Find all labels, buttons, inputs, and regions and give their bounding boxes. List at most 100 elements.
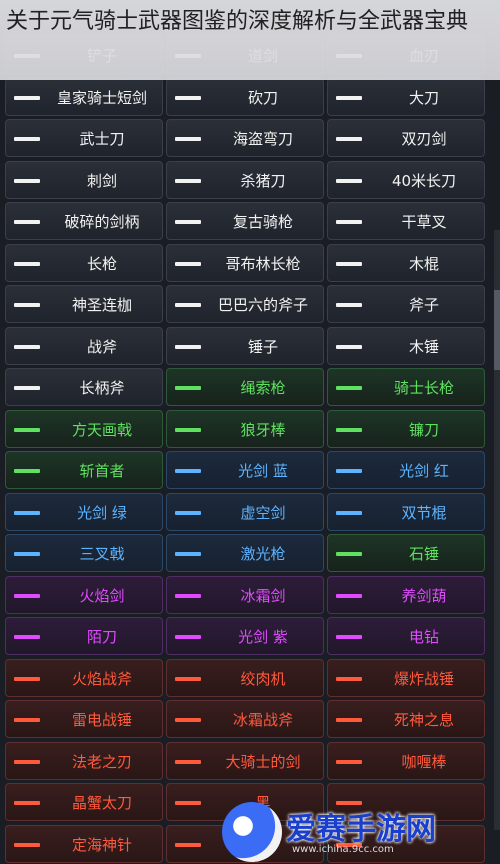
weapon-cell[interactable]: 木锤 bbox=[327, 326, 485, 365]
weapon-cell[interactable]: 长柄斧 bbox=[5, 368, 163, 406]
weapon-cell[interactable]: 海盗弯刀 bbox=[166, 119, 324, 157]
weapon-icon bbox=[14, 427, 40, 432]
weapon-cell[interactable]: 狼牙棒 bbox=[166, 409, 324, 448]
weapon-cell[interactable]: 长枪 bbox=[5, 243, 163, 282]
weapon-cell[interactable]: 双节棍 bbox=[327, 492, 485, 531]
weapon-icon bbox=[175, 261, 201, 266]
weapon-cell[interactable]: 陌刀 bbox=[5, 617, 163, 655]
weapon-cell[interactable]: 杀猪刀 bbox=[166, 160, 324, 199]
weapon-icon bbox=[175, 593, 201, 598]
weapon-icon bbox=[14, 510, 40, 515]
weapon-icon bbox=[14, 137, 40, 141]
watermark: 爱赛手游网 www.ichiha.9cc.com bbox=[222, 800, 500, 864]
scrollbar-thumb[interactable] bbox=[494, 290, 500, 370]
watermark-url: www.ichiha.9cc.com bbox=[292, 844, 394, 855]
weapon-icon bbox=[175, 303, 201, 307]
weapon-cell[interactable]: 爆炸战锤 bbox=[327, 658, 485, 697]
weapon-name: 双节棍 bbox=[401, 503, 447, 522]
weapon-cell[interactable]: 冰霜剑 bbox=[166, 575, 324, 614]
weapon-name: 三叉戟 bbox=[79, 545, 125, 563]
weapon-cell[interactable]: 干草叉 bbox=[327, 202, 485, 240]
weapon-cell[interactable]: 刺剑 bbox=[5, 160, 163, 199]
weapon-cell[interactable]: 骑士长枪 bbox=[327, 368, 485, 406]
weapon-cell[interactable]: 冰霜战斧 bbox=[166, 700, 324, 738]
weapon-cell[interactable]: 光剑 红 bbox=[327, 451, 485, 489]
weapon-cell[interactable]: 晶蟹太刀 bbox=[5, 783, 163, 821]
weapon-cell[interactable]: 法老之刃 bbox=[5, 741, 163, 780]
weapon-cell[interactable]: 光剑 紫 bbox=[166, 617, 324, 655]
weapon-cell[interactable]: 皇家骑士短剑 bbox=[5, 77, 163, 116]
weapon-icon bbox=[175, 635, 201, 639]
weapon-cell[interactable]: 斩首者 bbox=[5, 451, 163, 489]
weapon-cell[interactable]: 战斧 bbox=[5, 326, 163, 365]
weapon-name: 砍刀 bbox=[247, 88, 278, 107]
weapon-icon bbox=[175, 427, 201, 432]
weapon-cell[interactable]: 巴巴六的斧子 bbox=[166, 285, 324, 323]
weapon-cell[interactable]: 火焰战斧 bbox=[5, 658, 163, 697]
weapon-cell[interactable]: 死神之息 bbox=[327, 700, 485, 738]
weapon-name: 刺剑 bbox=[86, 171, 117, 190]
weapon-name: 爆炸战锤 bbox=[393, 669, 454, 688]
weapon-icon bbox=[336, 676, 362, 681]
weapon-cell[interactable]: 复古骑枪 bbox=[166, 202, 324, 240]
weapon-cell[interactable]: 火焰剑 bbox=[5, 575, 163, 614]
weapon-icon bbox=[14, 469, 40, 473]
weapon-cell[interactable]: 方天画戟 bbox=[5, 409, 163, 448]
weapon-cell[interactable]: 电钻 bbox=[327, 617, 485, 655]
weapon-cell[interactable]: 养剑葫 bbox=[327, 575, 485, 614]
weapon-cell[interactable]: 木棍 bbox=[327, 243, 485, 282]
weapon-cell[interactable]: 三叉戟 bbox=[5, 534, 163, 572]
weapon-cell[interactable]: 锤子 bbox=[166, 326, 324, 365]
weapon-name: 冰霜战斧 bbox=[232, 711, 293, 729]
weapon-name: 激光枪 bbox=[240, 545, 286, 563]
weapon-cell[interactable]: 绳索枪 bbox=[166, 368, 324, 406]
weapon-cell[interactable]: 激光枪 bbox=[166, 534, 324, 572]
weapon-cell[interactable]: 破碎的剑柄 bbox=[5, 202, 163, 240]
weapon-name: 晶蟹太刀 bbox=[71, 794, 132, 812]
weapon-icon bbox=[14, 220, 40, 224]
weapon-cell[interactable]: 石锤 bbox=[327, 534, 485, 572]
weapon-cell[interactable]: 大刀 bbox=[327, 77, 485, 116]
weapon-icon bbox=[175, 95, 201, 100]
weapon-icon bbox=[336, 95, 362, 100]
weapon-cell[interactable]: 镰刀 bbox=[327, 409, 485, 448]
weapon-name: 法老之刃 bbox=[71, 752, 132, 771]
weapon-name: 长柄斧 bbox=[79, 379, 125, 397]
weapon-name: 木锤 bbox=[408, 337, 439, 356]
weapon-cell[interactable]: 40米长刀 bbox=[327, 160, 485, 199]
weapon-name: 冰霜剑 bbox=[240, 586, 286, 605]
weapon-cell[interactable]: 斧子 bbox=[327, 285, 485, 323]
weapon-icon bbox=[336, 635, 362, 639]
weapon-icon bbox=[336, 427, 362, 432]
weapon-icon bbox=[14, 759, 40, 764]
weapon-cell[interactable]: 定海神针 bbox=[5, 824, 163, 863]
weapon-icon bbox=[175, 510, 201, 515]
weapon-icon bbox=[175, 178, 201, 183]
weapon-cell[interactable]: 绞肉机 bbox=[166, 658, 324, 697]
weapon-icon bbox=[14, 593, 40, 598]
weapon-icon bbox=[336, 469, 362, 473]
weapon-name: 神圣连枷 bbox=[71, 296, 132, 314]
weapon-cell[interactable]: 咖喱棒 bbox=[327, 741, 485, 780]
weapon-cell[interactable]: 武士刀 bbox=[5, 119, 163, 157]
weapon-cell[interactable]: 神圣连枷 bbox=[5, 285, 163, 323]
weapon-icon bbox=[175, 718, 201, 722]
weapon-cell[interactable]: 虚空剑 bbox=[166, 492, 324, 531]
weapon-cell[interactable]: 光剑 蓝 bbox=[166, 451, 324, 489]
weapon-icon bbox=[336, 593, 362, 598]
weapon-name: 双刃剑 bbox=[401, 130, 447, 148]
weapon-cell[interactable]: 哥布林长枪 bbox=[166, 243, 324, 282]
weapon-icon bbox=[175, 137, 201, 141]
weapon-cell[interactable]: 雷电战锤 bbox=[5, 700, 163, 738]
weapon-cell[interactable]: 大骑士的剑 bbox=[166, 741, 324, 780]
weapon-cell[interactable]: 砍刀 bbox=[166, 77, 324, 116]
weapon-name: 光剑 蓝 bbox=[238, 462, 288, 480]
scrollbar[interactable] bbox=[494, 230, 500, 830]
weapon-name: 死神之息 bbox=[393, 711, 454, 729]
weapon-cell[interactable]: 光剑 绿 bbox=[5, 492, 163, 531]
weapon-cell[interactable]: 双刃剑 bbox=[327, 119, 485, 157]
weapon-icon bbox=[14, 801, 40, 805]
weapon-icon bbox=[175, 386, 201, 390]
weapon-icon bbox=[336, 718, 362, 722]
weapon-name: 斧子 bbox=[408, 296, 439, 314]
